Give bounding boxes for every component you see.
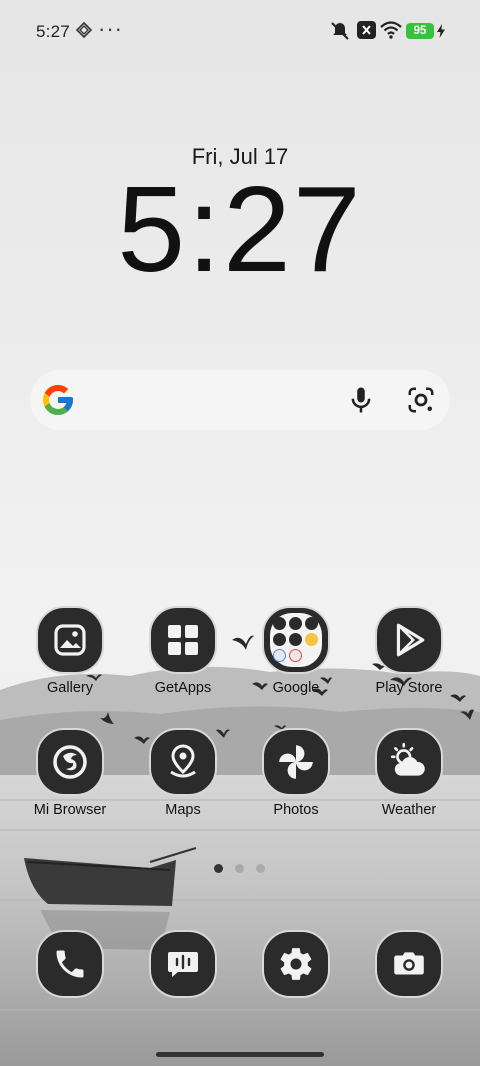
gallery-icon — [36, 606, 104, 674]
app-label: Mi Browser — [33, 802, 107, 818]
page-dot-active — [214, 864, 223, 873]
app-label: Google — [272, 680, 320, 696]
app-label: GetApps — [154, 680, 212, 696]
charging-icon — [437, 24, 445, 43]
messages-icon — [149, 930, 217, 998]
widget-clock[interactable]: 5:27 — [0, 164, 480, 294]
app-label: Maps — [165, 802, 201, 818]
gmail-mini-icon — [289, 617, 302, 630]
dock-camera[interactable] — [354, 930, 464, 998]
google-folder-icon — [262, 606, 330, 674]
wifi-icon — [380, 21, 402, 44]
lens-camera-icon[interactable] — [406, 385, 436, 420]
app-play-store[interactable]: Play Store — [354, 606, 464, 696]
status-time: 5:27 — [36, 22, 70, 41]
app-maps[interactable]: Maps — [128, 728, 238, 818]
app-label: Photos — [273, 802, 319, 818]
drive-mini-icon — [273, 633, 286, 646]
status-bar: 5:27 ··· 95 — [0, 0, 480, 62]
google-search-bar[interactable] — [30, 370, 450, 430]
page-dot — [256, 864, 265, 873]
meet-mini-icon — [305, 633, 318, 646]
app-google-folder[interactable]: Google — [241, 606, 351, 696]
battery-level: 95 — [406, 23, 434, 39]
more-notifications-icon: ··· — [98, 16, 123, 41]
app-getapps[interactable]: GetApps — [128, 606, 238, 696]
assistant-mini-icon — [289, 649, 302, 662]
app-photos[interactable]: Photos — [241, 728, 351, 818]
maps-icon — [149, 728, 217, 796]
camera-icon — [375, 930, 443, 998]
app-mi-browser[interactable]: Mi Browser — [15, 728, 125, 818]
play-movies-mini-icon — [289, 633, 302, 646]
weather-icon — [375, 728, 443, 796]
one-mini-icon — [273, 649, 286, 662]
play-store-icon — [375, 606, 443, 674]
dock-settings[interactable] — [241, 930, 351, 998]
app-weather[interactable]: Weather — [354, 728, 464, 818]
no-sim-icon — [357, 21, 376, 44]
microphone-icon[interactable] — [346, 385, 376, 420]
page-dot — [235, 864, 244, 873]
google-mini-icon — [273, 617, 286, 630]
browser-icon — [36, 728, 104, 796]
empty-slot — [305, 649, 318, 662]
mute-icon — [330, 21, 350, 46]
getapps-icon — [149, 606, 217, 674]
gesture-navigation-handle[interactable] — [156, 1052, 324, 1057]
widget-gem-icon — [75, 21, 93, 43]
app-gallery[interactable]: Gallery — [15, 606, 125, 696]
dock-phone[interactable] — [15, 930, 125, 998]
google-logo-icon — [43, 385, 73, 415]
dock-messages[interactable] — [128, 930, 238, 998]
phone-icon — [36, 930, 104, 998]
youtube-mini-icon — [305, 617, 318, 630]
settings-icon — [262, 930, 330, 998]
app-label: Play Store — [375, 680, 443, 696]
app-label: Weather — [381, 802, 437, 818]
photos-icon — [262, 728, 330, 796]
app-label: Gallery — [47, 680, 93, 696]
